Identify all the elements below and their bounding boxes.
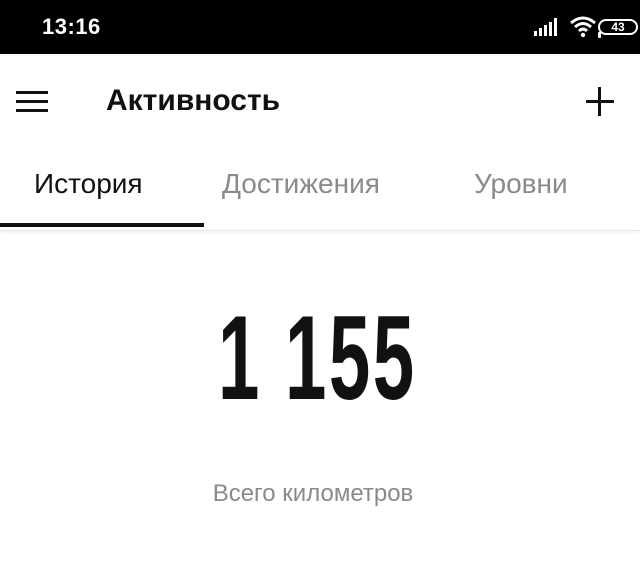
signal-icon bbox=[534, 18, 557, 36]
status-time: 13:16 bbox=[42, 14, 101, 39]
page-title: Активность bbox=[106, 84, 281, 117]
battery-cap bbox=[598, 32, 601, 38]
battery-icon: 43 bbox=[598, 19, 638, 38]
active-tab-indicator bbox=[0, 223, 204, 227]
hamburger-menu-icon-line bbox=[16, 109, 48, 112]
total-distance-value: 1 155 bbox=[218, 291, 417, 425]
add-button[interactable] bbox=[578, 80, 622, 124]
battery-level: 43 bbox=[611, 20, 625, 34]
hamburger-menu-icon bbox=[16, 91, 48, 94]
app-toolbar: Активность bbox=[0, 54, 640, 150]
status-bar: 13:16 43 bbox=[0, 0, 640, 54]
hamburger-menu-icon-line bbox=[16, 100, 48, 103]
plus-icon-vertical bbox=[598, 87, 601, 116]
tab-bar: История Достижения Уровни bbox=[0, 150, 640, 231]
tab-achievements[interactable]: Достижения bbox=[222, 168, 380, 200]
tab-levels[interactable]: Уровни bbox=[474, 168, 568, 200]
total-distance-label: Всего километров bbox=[212, 480, 414, 507]
menu-button[interactable] bbox=[12, 84, 52, 120]
tab-history[interactable]: История bbox=[34, 168, 143, 200]
wifi-icon bbox=[570, 16, 596, 38]
